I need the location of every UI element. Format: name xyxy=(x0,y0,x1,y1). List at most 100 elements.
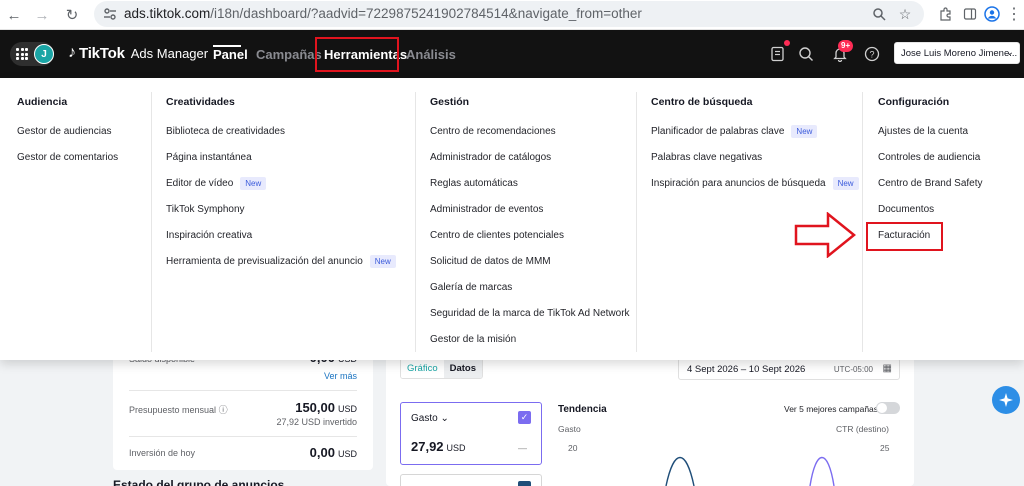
metric-card-secondary[interactable] xyxy=(400,474,542,486)
reload-icon[interactable]: ↻ xyxy=(62,5,82,25)
y-left-tick: 20 xyxy=(568,443,578,453)
top5-toggle[interactable] xyxy=(876,402,900,414)
address-bar[interactable]: ads.tiktok.com/i18n/dashboard/?aadvid=72… xyxy=(94,1,924,27)
view-graph-button[interactable]: Gráfico xyxy=(401,359,444,378)
menu-item-centro-brand-safety[interactable]: Centro de Brand Safety xyxy=(878,170,983,196)
new-badge: New xyxy=(369,254,396,268)
browser-toolbar: ← → ↻ ads.tiktok.com/i18n/dashboard/?aad… xyxy=(0,0,1024,30)
monthly-budget-value: 150,00 USD xyxy=(295,400,357,415)
menu-item-tiktok-symphony[interactable]: TikTok Symphony xyxy=(166,196,396,222)
menu-item-administrador-eventos[interactable]: Administrador de eventos xyxy=(430,196,630,222)
col-title-creatividades: Creatividades xyxy=(166,96,235,108)
menu-item-controles-audiencia[interactable]: Controles de audiencia xyxy=(878,144,983,170)
tiktok-note-icon: ♪ xyxy=(68,44,76,61)
notification-count-badge: 9+ xyxy=(838,40,854,52)
tab-analisis[interactable]: Análisis xyxy=(406,47,456,62)
y-left-label: Gasto xyxy=(558,424,581,434)
top5-label: Ver 5 mejores campañas xyxy=(784,404,879,414)
menu-item-centro-clientes-potenciales[interactable]: Centro de clientes potenciales xyxy=(430,222,630,248)
col-title-audiencia: Audiencia xyxy=(17,96,68,108)
menu-item-solicitud-datos-mmm[interactable]: Solicitud de datos de MMM xyxy=(430,248,630,274)
search-icon[interactable] xyxy=(796,44,816,64)
sparkle-icon xyxy=(999,393,1013,407)
chevron-down-icon: ⌄ xyxy=(1005,47,1014,58)
menu-item-previsualizacion-anuncio[interactable]: Herramienta de previsualización del anun… xyxy=(166,248,396,274)
info-icon: ⓘ xyxy=(218,405,228,415)
menu-item-administrador-catalogos[interactable]: Administrador de catálogos xyxy=(430,144,630,170)
view-data-button[interactable]: Datos xyxy=(443,359,483,378)
facturacion-highlight-box xyxy=(866,222,943,251)
browser-menu-icon[interactable]: ⋮ xyxy=(1004,4,1024,24)
ai-assistant-button[interactable] xyxy=(992,386,1020,414)
menu-item-centro-recomendaciones[interactable]: Centro de recomendaciones xyxy=(430,118,630,144)
svg-text:?: ? xyxy=(869,50,874,60)
back-icon[interactable]: ← xyxy=(4,5,24,25)
tab-campanas[interactable]: Campañas xyxy=(256,47,322,62)
col-title-configuracion: Configuración xyxy=(878,96,950,108)
see-more-link[interactable]: Ver más xyxy=(324,371,357,381)
performance-card: Gráfico Datos 4 Sept 2026 – 10 Sept 2026… xyxy=(386,340,914,486)
red-arrow-icon xyxy=(794,212,856,258)
menu-item-galeria-marcas[interactable]: Galería de marcas xyxy=(430,274,630,300)
menu-item-ajustes-cuenta[interactable]: Ajustes de la cuenta xyxy=(878,118,983,144)
menu-col-gestion: Gestión Centro de recomendaciones Admini… xyxy=(430,96,630,352)
menu-item-gestor-mision[interactable]: Gestor de la misión xyxy=(430,326,630,352)
chevron-down-icon: ⌄ xyxy=(440,413,449,424)
bookmark-star-icon[interactable]: ☆ xyxy=(896,5,914,23)
new-badge: New xyxy=(832,176,859,190)
billing-task-icon[interactable] xyxy=(768,44,788,64)
menu-item-documentos[interactable]: Documentos xyxy=(878,196,983,222)
tab-panel[interactable]: Panel xyxy=(213,47,248,62)
zoom-icon[interactable] xyxy=(870,5,888,23)
menu-item-editor-video[interactable]: Editor de vídeo New xyxy=(166,170,396,196)
menu-col-audiencia: Audiencia Gestor de audiencias Gestor de… xyxy=(17,96,118,170)
menu-item-planificador-palabras-clave[interactable]: Planificador de palabras clave New xyxy=(651,118,859,144)
forward-icon[interactable]: → xyxy=(32,5,52,25)
profile-icon[interactable] xyxy=(982,4,1002,24)
menu-item-seguridad-marca-ad-network[interactable]: Seguridad de la marca de TikTok Ad Netwo… xyxy=(430,300,630,326)
menu-item-gestor-audiencias[interactable]: Gestor de audiencias xyxy=(17,118,118,144)
menu-item-biblioteca-creatividades[interactable]: Biblioteca de creatividades xyxy=(166,118,396,144)
adgroup-status-title: Estado del grupo de anuncios xyxy=(113,478,285,486)
metric-checkbox-secondary[interactable] xyxy=(518,481,531,486)
tiktok-ads-manager-logo[interactable]: ♪ TikTok Ads Manager xyxy=(68,44,208,62)
menu-item-pagina-instantanea[interactable]: Página instantánea xyxy=(166,144,396,170)
menu-item-palabras-clave-negativas[interactable]: Palabras clave negativas xyxy=(651,144,859,170)
today-spend-label: Inversión de hoy xyxy=(129,448,196,458)
y-right-label: CTR (destino) xyxy=(836,424,889,434)
tools-mega-menu: Audiencia Gestor de audiencias Gestor de… xyxy=(0,78,1024,360)
account-avatar[interactable]: J xyxy=(34,44,54,64)
site-settings-icon[interactable] xyxy=(102,6,118,22)
metric-card-spend[interactable]: Gasto ⌄ ✓ 27,92 USD — xyxy=(400,402,542,465)
help-icon[interactable]: ? xyxy=(862,44,882,64)
monthly-budget-label: Presupuesto mensual ⓘ xyxy=(129,405,228,415)
menu-item-gestor-comentarios[interactable]: Gestor de comentarios xyxy=(17,144,118,170)
monthly-invested: 27,92 USD invertido xyxy=(276,417,357,427)
y-right-tick: 25 xyxy=(880,443,890,453)
menu-col-centro-busqueda: Centro de búsqueda Planificador de palab… xyxy=(651,96,859,196)
metric-checkbox[interactable]: ✓ xyxy=(518,411,531,424)
col-title-gestion: Gestión xyxy=(430,96,470,108)
menu-col-creatividades: Creatividades Biblioteca de creatividade… xyxy=(166,96,396,274)
date-range-picker[interactable]: 4 Sept 2026 – 10 Sept 2026 UTC-05:00 ▦ xyxy=(678,358,900,380)
menu-item-inspiracion-creativa[interactable]: Inspiración creativa xyxy=(166,222,396,248)
new-badge: New xyxy=(791,124,818,138)
account-selector[interactable]: Jose Luis Moreno Jimene... ⌄ xyxy=(894,42,1020,64)
trend-title: Tendencia xyxy=(558,404,607,415)
today-spend-value: 0,00 USD xyxy=(309,445,357,460)
calendar-icon: ▦ xyxy=(882,363,892,374)
extensions-icon[interactable] xyxy=(936,4,956,24)
trend-chart-lines xyxy=(665,456,835,486)
sidebar-icon[interactable] xyxy=(960,4,980,24)
apps-grid-icon xyxy=(16,48,28,60)
view-toggle: Gráfico Datos xyxy=(400,358,484,379)
menu-item-reglas-automaticas[interactable]: Reglas automáticas xyxy=(430,170,630,196)
menu-item-inspiracion-anuncios-busqueda[interactable]: Inspiración para anuncios de búsqueda New xyxy=(651,170,859,196)
herramientas-highlight-box xyxy=(315,37,399,72)
app-header: J ♪ TikTok Ads Manager Panel Campañas He… xyxy=(0,30,1024,78)
col-title-centro-busqueda: Centro de búsqueda xyxy=(651,96,753,108)
billing-alert-dot xyxy=(784,40,790,46)
new-badge: New xyxy=(240,176,267,190)
apps-switcher-button[interactable]: J xyxy=(10,42,54,66)
url-text: ads.tiktok.com/i18n/dashboard/?aadvid=72… xyxy=(124,6,642,21)
